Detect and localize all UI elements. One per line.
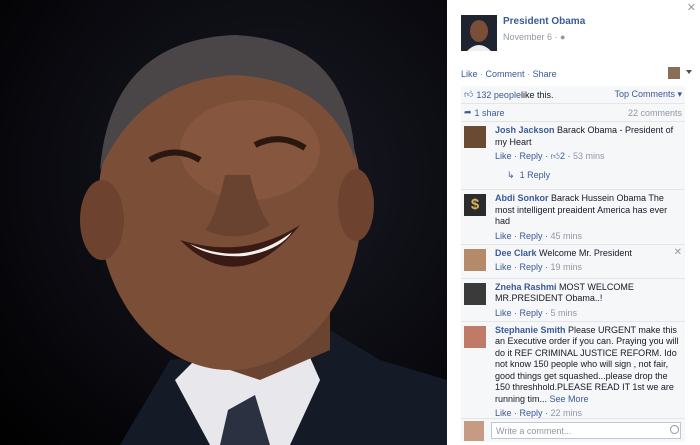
chevron-down-icon[interactable] [686, 70, 692, 74]
comment-text: Please URGENT make this an Executive ord… [495, 324, 679, 404]
like-link[interactable]: Like [461, 69, 478, 79]
author-avatar[interactable] [461, 15, 497, 51]
comment-time[interactable]: 45 mins [551, 231, 583, 241]
comment-reply-link[interactable]: Reply [520, 408, 543, 418]
comment-meta: Like · Reply · 19 mins [495, 262, 583, 272]
comment-reply-link[interactable]: Reply [520, 308, 543, 318]
separator: · [527, 69, 531, 79]
comment-time[interactable]: 5 mins [551, 308, 578, 318]
commenter-name[interactable]: Stephanie Smith [495, 325, 566, 335]
emoji-icon[interactable] [670, 425, 679, 434]
share-icon: ➦ [464, 107, 472, 117]
comment-item: Zneha Rashmi MOST WELCOME MR.PRESIDENT O… [461, 279, 685, 322]
comment-item: Josh Jackson Barack Obama - President of… [461, 122, 685, 190]
shares-summary: ➦ 1 share 22 comments [461, 104, 685, 122]
post-header: President Obama November 6 · ● [461, 15, 585, 51]
comment-link[interactable]: Comment [486, 69, 525, 79]
comments-count: 22 comments [627, 107, 682, 118]
comment-time[interactable]: 19 mins [551, 262, 583, 272]
comment-text: Welcome Mr. President [536, 247, 632, 258]
likes-count[interactable]: 132 people [476, 90, 521, 100]
comment-like-link[interactable]: Like [495, 151, 512, 161]
comment-composer: Write a comment... [461, 418, 685, 442]
globe-icon[interactable]: ● [560, 32, 565, 42]
post-photo[interactable] [0, 0, 447, 445]
commenter-name[interactable]: Abdi Sonkor [495, 193, 549, 203]
comment-time[interactable]: 53 mins [573, 151, 605, 161]
comment-like-count[interactable]: 2 [560, 151, 565, 161]
post-actions: Like · Comment · Share [461, 69, 557, 79]
comment-reply-link[interactable]: Reply [520, 151, 543, 161]
comment-item: ✕ Dee Clark Welcome Mr. President Like ·… [461, 245, 685, 279]
comment-item: Stephanie Smith Please URGENT make this … [461, 322, 685, 422]
commenter-avatar[interactable] [464, 126, 486, 148]
post-panel: ✕ President Obama November 6 · ● Like · … [447, 0, 700, 445]
acting-as-avatar[interactable] [668, 67, 680, 79]
replies-label[interactable]: 1 Reply [520, 170, 551, 180]
thumbs-up-icon: 👍︎ [550, 151, 560, 161]
comment-like-link[interactable]: Like [495, 231, 512, 241]
post-date[interactable]: November 6 · ● [503, 32, 585, 42]
view-replies-link[interactable]: ↳ 1 Reply [495, 162, 682, 187]
commenter-name[interactable]: Zneha Rashmi [495, 282, 557, 292]
commenter-avatar[interactable]: $ [464, 194, 486, 216]
see-more-link[interactable]: See More [550, 394, 589, 404]
shares-count[interactable]: 1 share [475, 108, 505, 118]
comment-meta: Like · Reply · 👍︎2 · 53 mins [495, 151, 605, 161]
comment-like-link[interactable]: Like [495, 262, 512, 272]
reply-arrow-icon: ↳ [507, 170, 515, 180]
top-comments-dropdown[interactable]: Top Comments ▾ [614, 89, 682, 100]
thumbs-up-icon: 👍︎ [464, 89, 474, 99]
commenter-name[interactable]: Dee Clark [495, 248, 537, 258]
commenter-avatar[interactable] [464, 248, 486, 271]
likes-suffix: like this. [520, 89, 554, 100]
viewer-avatar [464, 421, 484, 441]
comment-like-link[interactable]: Like [495, 308, 512, 318]
share-link[interactable]: Share [533, 69, 557, 79]
close-icon[interactable]: ✕ [674, 247, 682, 258]
commenter-avatar[interactable] [464, 325, 486, 348]
separator: · [480, 69, 484, 79]
comment-input[interactable]: Write a comment... [491, 422, 681, 439]
top-comments-label[interactable]: Top Comments [614, 89, 675, 99]
comment-reply-link[interactable]: Reply [520, 231, 543, 241]
commenter-avatar[interactable] [464, 282, 486, 305]
comment-meta: Like · Reply · 45 mins [495, 230, 583, 241]
comment-time[interactable]: 22 mins [551, 408, 583, 418]
author-name[interactable]: President Obama [503, 16, 585, 27]
comment-reply-link[interactable]: Reply [520, 262, 543, 272]
close-icon[interactable]: ✕ [687, 1, 696, 14]
commenter-name[interactable]: Josh Jackson [495, 125, 555, 135]
comment-item: $ Abdi Sonkor Barack Hussein Obama The m… [461, 190, 685, 245]
likes-summary: 👍︎ 132 people like this. Top Comments ▾ [461, 86, 685, 104]
feedback-section: 👍︎ 132 people like this. Top Comments ▾ … [461, 86, 685, 421]
comment-meta: Like · Reply · 5 mins [495, 307, 578, 318]
comment-like-link[interactable]: Like [495, 408, 512, 418]
post-date-text[interactable]: November 6 · [503, 32, 558, 42]
